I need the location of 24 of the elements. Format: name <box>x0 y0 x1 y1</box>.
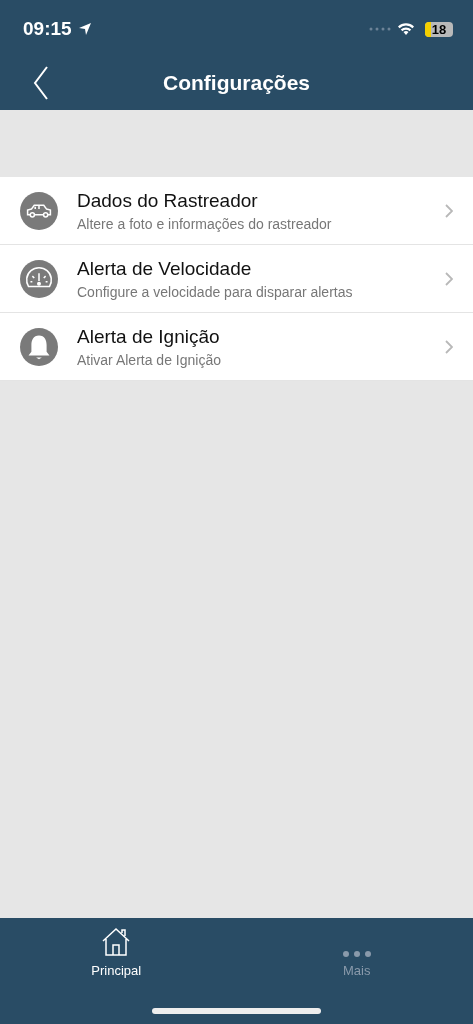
settings-item[interactable]: Alerta de Velocidade Configure a velocidade para disparar alertas <box>0 245 473 313</box>
chevron-icon <box>445 271 453 286</box>
wifi-icon <box>397 22 415 36</box>
item-subtitle: Configure a velocidade para disparar alertas <box>77 283 354 300</box>
screen-title: Configurações <box>163 71 310 95</box>
item-title: Dados do Rastreador <box>77 189 259 212</box>
item-subtitle: Altere a foto e informações do rastreador <box>77 215 333 232</box>
signal-icon <box>369 27 391 31</box>
bell-icon <box>20 327 58 366</box>
back-icon[interactable] <box>33 66 49 100</box>
tab[interactable]: Principal <box>0 918 233 980</box>
chevron-icon <box>445 203 453 218</box>
item-title: Alerta de Ignição <box>77 325 221 348</box>
item-subtitle: Ativar Alerta de Ignição <box>77 351 222 368</box>
battery-icon: 18 <box>425 21 453 37</box>
car-icon <box>20 191 58 230</box>
status-time: 09:15 <box>23 18 72 40</box>
item-title: Alerta de Velocidade <box>77 257 253 280</box>
settings-item[interactable]: Dados do Rastreador Altere a foto e informações do rastreador <box>0 177 473 245</box>
chevron-icon <box>445 339 453 354</box>
settings-item[interactable]: Alerta de Ignição Ativar Alerta de Ignição <box>0 313 473 381</box>
location-arrow-icon <box>77 22 92 36</box>
speedometer-icon <box>20 259 58 298</box>
more-icon <box>341 950 372 958</box>
